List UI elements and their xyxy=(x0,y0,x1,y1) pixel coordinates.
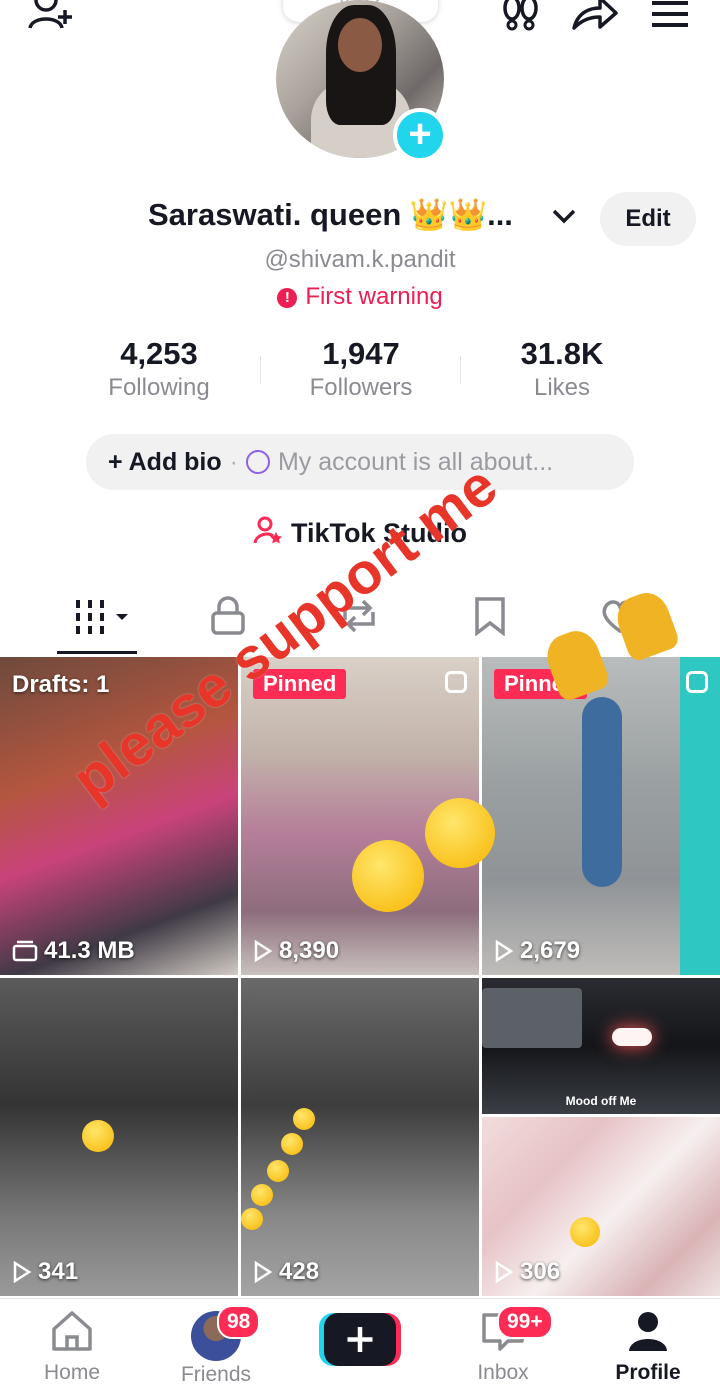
videos-grid-icon[interactable] xyxy=(74,598,134,638)
likes-count: 31.8K xyxy=(520,336,604,371)
friends-badge: 98 xyxy=(217,1305,261,1339)
tired-emoji-icon xyxy=(570,1217,600,1247)
likes-label: Likes xyxy=(533,374,591,401)
nav-profile-label: Profile xyxy=(615,1361,681,1384)
video-tile-mood-off[interactable]: Mood off Me xyxy=(482,978,720,1114)
video-tile[interactable]: 306 xyxy=(482,1117,720,1296)
nav-home[interactable]: Home xyxy=(12,1309,132,1385)
video-tile[interactable]: 428 xyxy=(241,978,479,1296)
stat-following[interactable]: 4,253 Following xyxy=(59,336,259,402)
create-plus-icon xyxy=(319,1313,401,1366)
nav-friends-label: Friends xyxy=(180,1363,252,1386)
alert-icon: ! xyxy=(277,288,298,308)
followers-label: Followers xyxy=(309,374,413,401)
warning-link[interactable]: ! First warning xyxy=(0,283,720,311)
tile-views-value: 306 xyxy=(520,1258,561,1285)
bio-placeholder: My account is all about... xyxy=(277,448,554,476)
sad-emoji-icon xyxy=(293,1108,315,1130)
sad-emoji-icon xyxy=(281,1133,303,1155)
followers-count: 1,947 xyxy=(322,336,400,371)
drafts-label: Drafts: 1 xyxy=(12,671,110,698)
sad-emoji-icon xyxy=(267,1160,289,1182)
bookmark-icon[interactable] xyxy=(474,596,506,636)
tile-views-value: 428 xyxy=(279,1258,320,1285)
select-checkbox[interactable] xyxy=(686,671,708,693)
tile-views: 341 xyxy=(12,1258,78,1286)
play-icon xyxy=(495,940,514,962)
select-checkbox[interactable] xyxy=(445,671,467,693)
following-count: 4,253 xyxy=(120,336,198,371)
tile-views: 2,679 xyxy=(494,937,580,965)
stat-likes[interactable]: 31.8K Likes xyxy=(462,336,662,402)
stat-divider xyxy=(460,356,461,384)
create-plus-button[interactable] xyxy=(319,1313,401,1366)
crying-emoji-icon xyxy=(425,798,495,868)
sad-emoji-icon xyxy=(251,1184,273,1206)
video-tile[interactable]: 341 xyxy=(0,978,238,1296)
chevron-down-icon[interactable] xyxy=(550,206,578,226)
tile-views: 428 xyxy=(253,1258,319,1286)
studio-person-star-icon xyxy=(253,516,282,544)
tile-size: 41.3 MB xyxy=(12,937,135,965)
stack-icon xyxy=(12,940,38,962)
add-story-plus-icon[interactable]: + xyxy=(393,108,447,162)
add-bio-button[interactable]: + Add bio · My account is all about... xyxy=(86,434,634,490)
tile-views: 8,390 xyxy=(253,937,339,965)
sad-emoji-icon xyxy=(241,1208,263,1230)
active-tab-indicator xyxy=(57,651,137,654)
display-name: Saraswati. queen 👑👑... xyxy=(148,197,513,232)
bio-separator: · xyxy=(229,448,238,476)
edit-profile-button[interactable]: Edit xyxy=(600,192,696,246)
play-icon xyxy=(495,1261,514,1283)
headlights xyxy=(612,1028,652,1046)
profile-icon xyxy=(629,1312,667,1351)
hamburger-menu-icon[interactable] xyxy=(650,0,690,30)
home-icon xyxy=(52,1311,92,1351)
username: @shivam.k.pandit xyxy=(264,246,456,273)
share-arrow-icon[interactable] xyxy=(570,0,620,34)
play-icon xyxy=(13,1261,32,1283)
tile-size-value: 41.3 MB xyxy=(44,937,135,964)
tile-views-value: 2,679 xyxy=(520,937,581,964)
add-bio-label: + Add bio xyxy=(108,448,222,476)
inbox-badge: 99+ xyxy=(497,1305,553,1339)
tile-views-value: 341 xyxy=(38,1258,79,1285)
play-icon xyxy=(254,1261,273,1283)
smile-icon xyxy=(245,450,270,474)
nav-home-label: Home xyxy=(43,1361,101,1384)
stat-followers[interactable]: 1,947 Followers xyxy=(261,336,461,402)
nav-profile[interactable]: Profile xyxy=(588,1309,708,1385)
following-label: Following xyxy=(108,374,210,401)
figure xyxy=(582,697,622,887)
teal-wall xyxy=(680,657,720,975)
video-tile-pinned[interactable]: Pinned 2,679 xyxy=(482,657,720,975)
nav-inbox-label: Inbox xyxy=(477,1361,529,1384)
mood-off-caption: Mood off Me xyxy=(565,1094,637,1108)
bus-shape xyxy=(482,988,582,1048)
footprints-icon[interactable] xyxy=(500,0,542,32)
tile-views: 306 xyxy=(494,1258,560,1286)
crying-emoji-icon xyxy=(352,840,424,912)
warning-text: First warning xyxy=(305,283,443,310)
glow-emoji-icon xyxy=(82,1120,114,1152)
play-icon xyxy=(254,940,273,962)
add-friend-icon[interactable] xyxy=(26,0,76,34)
tile-views-value: 8,390 xyxy=(279,937,340,964)
